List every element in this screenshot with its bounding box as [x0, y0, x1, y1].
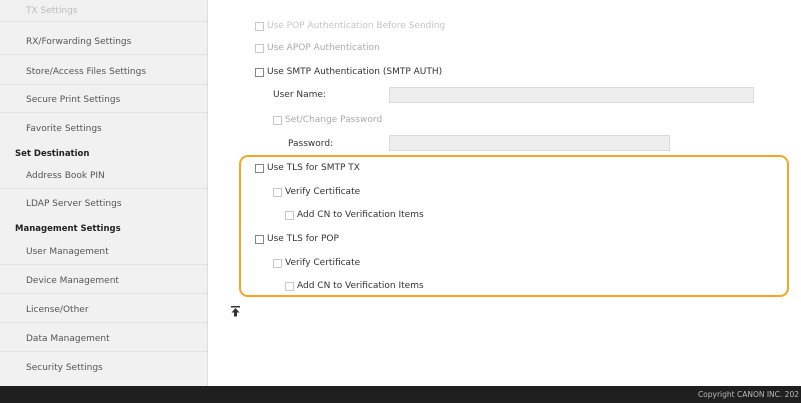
smtp-auth-option[interactable]: Use SMTP Authentication (SMTP AUTH) — [255, 67, 442, 77]
password-field[interactable] — [389, 135, 670, 151]
sidebar: TX Settings RX/Forwarding Settings Store… — [0, 0, 208, 386]
sidebar-section-destination: Set Destination — [15, 149, 90, 159]
pop-verify-certificate-checkbox[interactable] — [273, 258, 282, 268]
sidebar-item-ldap-server[interactable]: LDAP Server Settings — [0, 191, 207, 217]
pop-auth-before-sending-option[interactable]: Use POP Authentication Before Sending — [255, 21, 445, 31]
sidebar-item-rx-forwarding[interactable]: RX/Forwarding Settings — [0, 29, 207, 55]
pop-verify-certificate-option[interactable]: Verify Certificate — [273, 258, 360, 268]
set-change-password-option[interactable]: Set/Change Password — [273, 115, 382, 125]
sidebar-item-address-book-pin[interactable]: Address Book PIN — [0, 163, 207, 189]
smtp-add-cn-checkbox[interactable] — [285, 210, 294, 220]
footer: Copyright CANON INC. 202 — [0, 386, 801, 403]
apop-auth-option[interactable]: Use APOP Authentication — [255, 43, 380, 53]
to-top-icon-glyph — [231, 306, 240, 317]
main-content: Use POP Authentication Before Sending Us… — [209, 0, 801, 386]
sidebar-item-store-access-files[interactable]: Store/Access Files Settings — [0, 59, 207, 85]
sidebar-item-secure-print[interactable]: Secure Print Settings — [0, 87, 207, 113]
sidebar-item-user-management[interactable]: User Management — [0, 239, 207, 265]
sidebar-item-security-settings[interactable]: Security Settings — [0, 355, 207, 381]
smtp-add-cn-option[interactable]: Add CN to Verification Items — [285, 210, 424, 220]
sidebar-item-device-management[interactable]: Device Management — [0, 268, 207, 294]
tls-smtp-tx-option[interactable]: Use TLS for SMTP TX — [255, 163, 360, 173]
sidebar-section-management: Management Settings — [15, 224, 121, 234]
tls-options-highlight — [239, 155, 789, 297]
sidebar-item-tx-settings[interactable]: TX Settings — [0, 0, 207, 22]
copyright-text: Copyright CANON INC. 202 — [697, 390, 799, 399]
sidebar-item-license-other[interactable]: License/Other — [0, 297, 207, 323]
smtp-verify-certificate-option[interactable]: Verify Certificate — [273, 187, 360, 197]
set-change-password-checkbox[interactable] — [273, 115, 282, 125]
user-name-field[interactable] — [389, 87, 754, 103]
pop-add-cn-option[interactable]: Add CN to Verification Items — [285, 281, 424, 291]
tls-pop-checkbox[interactable] — [255, 234, 264, 244]
sidebar-item-data-management[interactable]: Data Management — [0, 326, 207, 352]
pop-add-cn-checkbox[interactable] — [285, 281, 294, 291]
sidebar-item-favorite[interactable]: Favorite Settings — [0, 116, 207, 142]
pop-auth-before-sending-checkbox[interactable] — [255, 21, 264, 31]
smtp-auth-checkbox[interactable] — [255, 67, 264, 77]
smtp-verify-certificate-checkbox[interactable] — [273, 187, 282, 197]
user-name-label: User Name: — [273, 90, 326, 100]
tls-pop-option[interactable]: Use TLS for POP — [255, 234, 339, 244]
to-top-icon[interactable] — [231, 306, 240, 320]
apop-auth-checkbox[interactable] — [255, 43, 264, 53]
password-label: Password: — [288, 139, 334, 149]
tls-smtp-tx-checkbox[interactable] — [255, 163, 264, 173]
